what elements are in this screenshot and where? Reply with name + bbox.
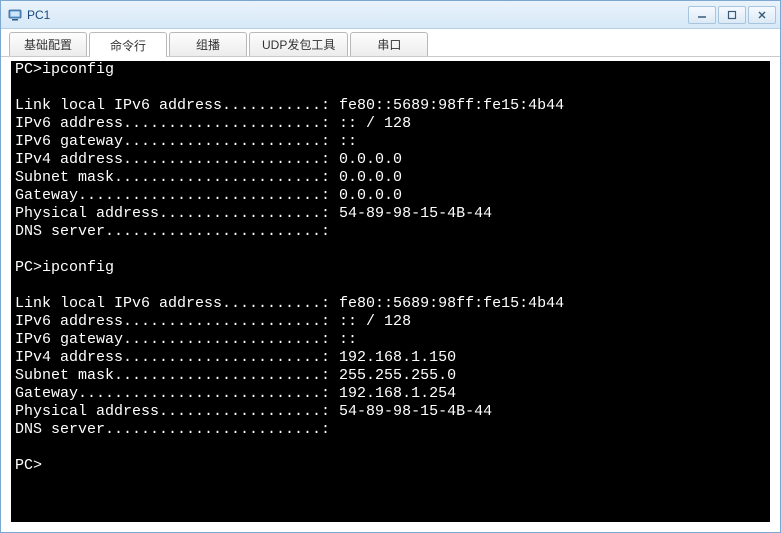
tab-label: 串口 [377,36,401,53]
titlebar: PC1 [1,1,780,29]
terminal-output[interactable]: PC>ipconfig Link local IPv6 address.....… [11,61,770,522]
tab-multicast[interactable]: 组播 [169,32,247,56]
tab-label: 组播 [196,36,220,53]
tab-udp-tool[interactable]: UDP发包工具 [249,32,348,56]
window-controls [688,6,776,24]
tab-basic-config[interactable]: 基础配置 [9,32,87,56]
tab-strip: 基础配置 命令行 组播 UDP发包工具 串口 [1,29,780,57]
tab-command-line[interactable]: 命令行 [89,32,167,57]
tab-label: UDP发包工具 [262,36,335,53]
tab-label: 基础配置 [24,36,72,53]
app-icon [7,7,23,23]
maximize-button[interactable] [718,6,746,24]
close-button[interactable] [748,6,776,24]
app-window: PC1 基础配置 命令行 组播 UDP发包工具 串口 PC>ipconfig L… [0,0,781,533]
tab-serial[interactable]: 串口 [350,32,428,56]
tab-label: 命令行 [110,37,146,54]
minimize-button[interactable] [688,6,716,24]
window-title: PC1 [27,8,688,22]
